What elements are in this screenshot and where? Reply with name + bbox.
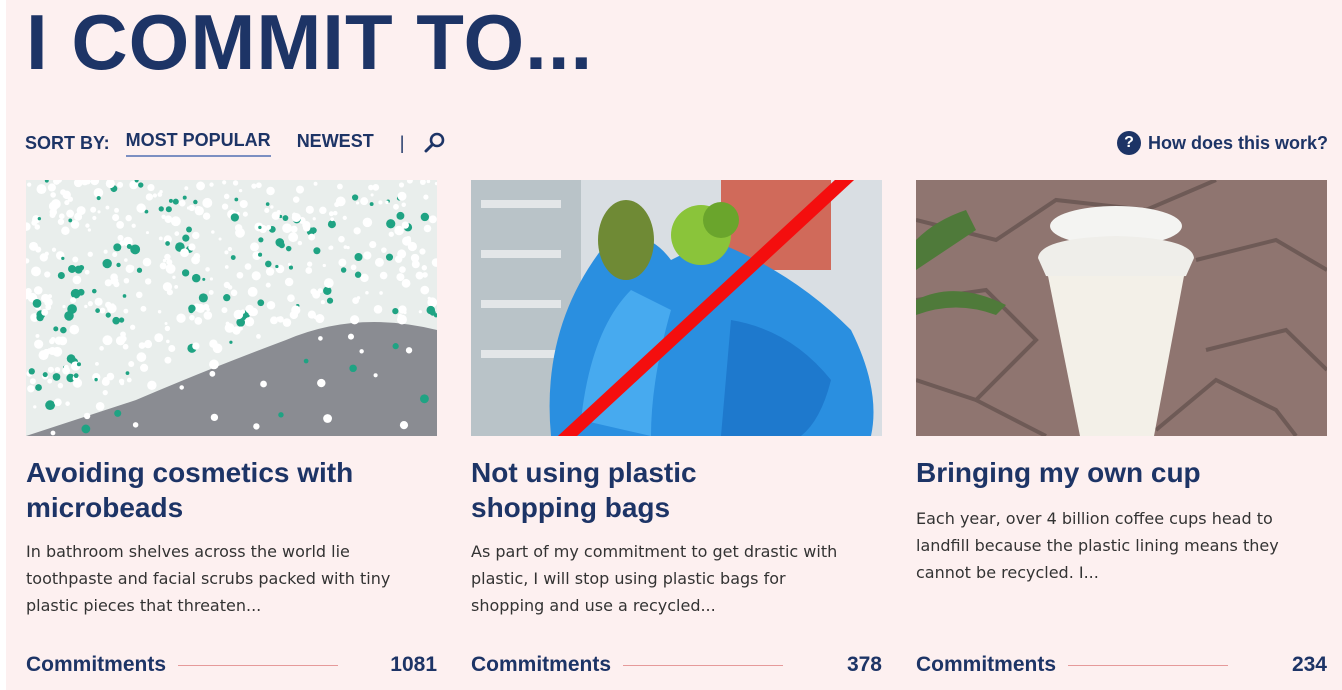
commitments-label: Commitments (26, 653, 167, 676)
coffee-cup-image[interactable] (916, 180, 1327, 436)
page-title: I COMMIT TO... (26, 0, 594, 86)
commitments-count: 378 (846, 653, 882, 676)
divider (623, 664, 784, 666)
commitment-card-own-cup[interactable]: Bringing my own cup Each year, over 4 bi… (916, 180, 1327, 690)
card-title[interactable]: Avoiding cosmetics with microbeads (26, 455, 426, 525)
card-title-line[interactable]: shopping bags (471, 492, 670, 523)
divider (1068, 664, 1229, 666)
commitments-count: 1081 (390, 653, 437, 676)
card-description: As part of my commitment to get drastic … (471, 542, 838, 615)
card-title-line[interactable]: microbeads (26, 492, 183, 523)
commitments-count: 234 (1291, 653, 1327, 676)
card-footer: Commitments 378 (471, 650, 882, 680)
sort-option-most-popular[interactable]: MOST POPULAR (125, 130, 271, 157)
card-footer: Commitments 234 (916, 650, 1327, 680)
card-title-line[interactable]: Bringing my own cup (916, 457, 1201, 488)
card-description: In bathroom shelves across the world lie… (26, 542, 391, 615)
question-icon: ? (1116, 131, 1141, 155)
card-title[interactable]: Not using plastic shopping bags (471, 455, 871, 525)
search-icon[interactable] (424, 132, 446, 154)
commitments-label: Commitments (916, 653, 1057, 676)
how-does-this-work-link[interactable]: ? How does this work? (1116, 131, 1328, 155)
commitments-label: Commitments (471, 653, 612, 676)
card-title-line[interactable]: Avoiding cosmetics with (26, 457, 353, 488)
sort-option-newest[interactable]: NEWEST (297, 131, 374, 156)
plastic-bags-image[interactable] (471, 180, 882, 436)
page-background: I COMMIT TO... SORT BY: MOST POPULAR NEW… (6, 0, 1342, 690)
how-does-this-work-label: How does this work? (1147, 132, 1328, 153)
card-title[interactable]: Bringing my own cup (916, 455, 1316, 490)
sort-bar: SORT BY: MOST POPULAR NEWEST | ? How doe… (25, 128, 1328, 158)
card-title-line[interactable]: Not using plastic (471, 457, 697, 488)
commitment-card-plastic-bags[interactable]: Not using plastic shopping bags As part … (471, 180, 882, 690)
divider (178, 664, 339, 666)
sort-separator: | (399, 132, 405, 153)
sort-label: SORT BY: (25, 132, 110, 153)
microbeads-image[interactable] (26, 180, 437, 436)
commitment-card-microbeads[interactable]: Avoiding cosmetics with microbeads In ba… (26, 180, 437, 690)
card-description: Each year, over 4 billion coffee cups he… (916, 509, 1279, 582)
card-footer: Commitments 1081 (26, 650, 437, 680)
